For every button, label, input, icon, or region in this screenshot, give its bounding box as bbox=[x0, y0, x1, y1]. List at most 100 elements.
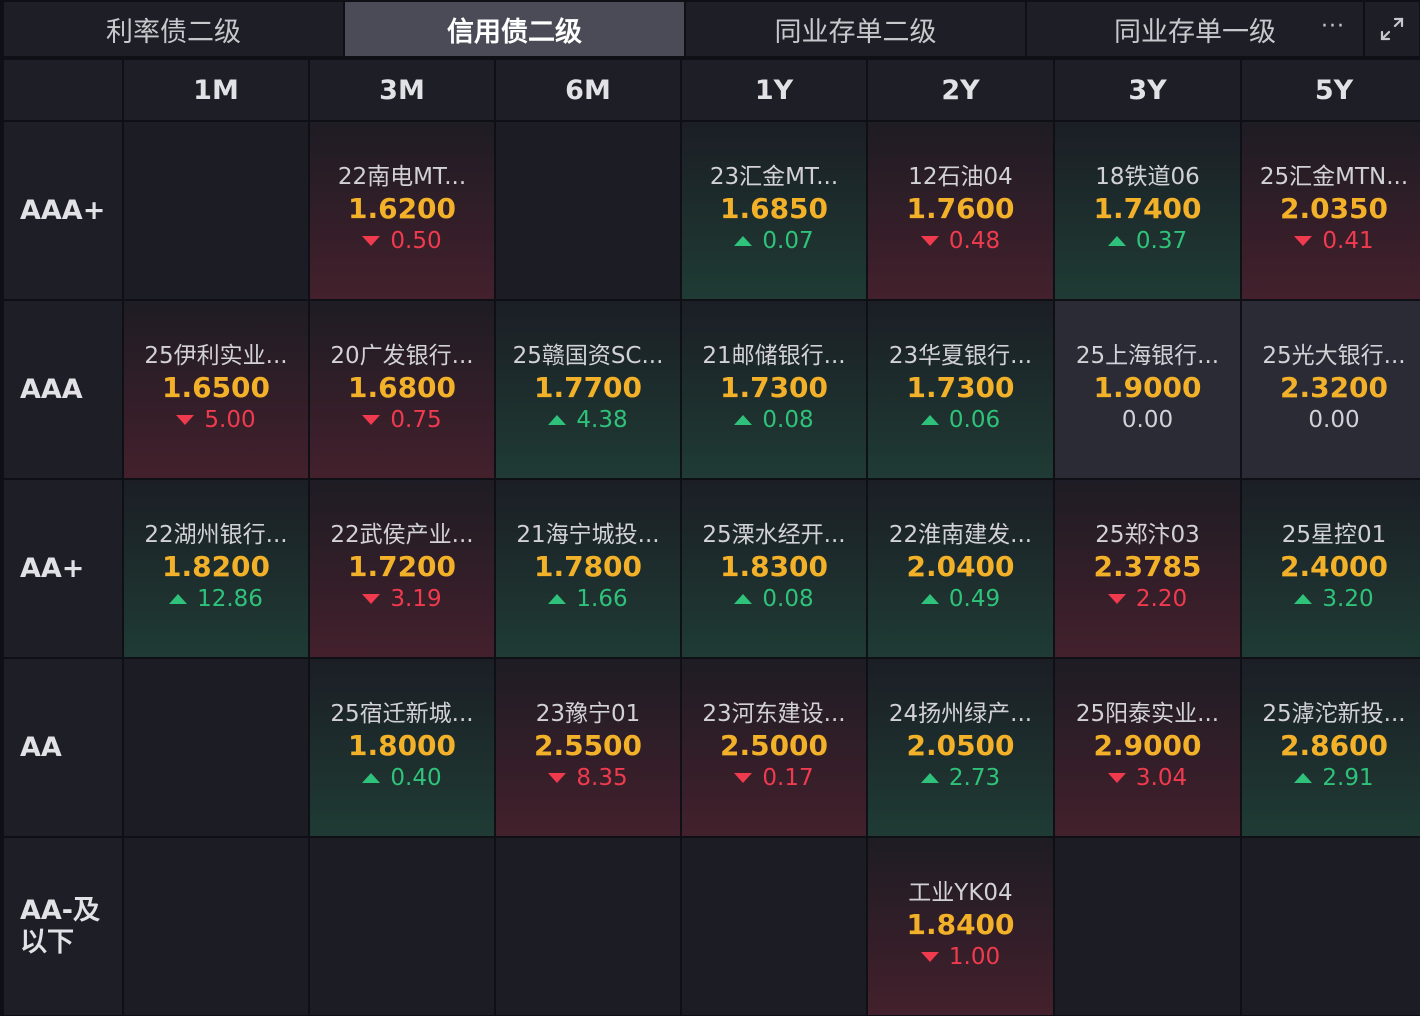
change-value: 0.48 bbox=[948, 227, 1001, 254]
bond-cell[interactable]: 工业YK04 1.8400 1.00 bbox=[868, 838, 1053, 1015]
tab-ncd-secondary[interactable]: 同业存单二级 bbox=[686, 2, 1025, 56]
bond-cell[interactable]: 18铁道06 1.7400 0.37 bbox=[1055, 122, 1240, 299]
bond-cell[interactable]: 25郑汴03 2.3785 2.20 bbox=[1055, 480, 1240, 657]
triangle-down-icon bbox=[548, 772, 567, 783]
tab-label: 信用债二级 bbox=[447, 16, 582, 48]
row-header: AA bbox=[4, 659, 122, 836]
bond-cell[interactable]: 25汇金MTN... 2.0350 0.41 bbox=[1242, 122, 1420, 299]
bond-change: 1.00 bbox=[920, 942, 1000, 972]
bond-name: 25星控01 bbox=[1281, 521, 1387, 548]
change-value: 2.91 bbox=[1322, 764, 1374, 791]
bond-name: 21海宁城投... bbox=[516, 521, 660, 548]
bond-name: 23华夏银行... bbox=[888, 342, 1033, 369]
bond-cell[interactable]: 23河东建设... 2.5000 0.17 bbox=[682, 659, 866, 836]
bond-change: 0.48 bbox=[920, 226, 1001, 256]
bond-name: 25赣国资SC... bbox=[512, 342, 664, 369]
change-value: 4.38 bbox=[576, 406, 628, 433]
triangle-up-icon bbox=[169, 593, 188, 604]
column-header: 2Y bbox=[868, 60, 1053, 120]
column-header: 1M bbox=[124, 60, 308, 120]
bond-name: 25郑汴03 bbox=[1095, 521, 1200, 548]
row-header: AA+ bbox=[4, 480, 122, 657]
bond-cell[interactable]: 20广发银行... 1.6800 0.75 bbox=[310, 301, 494, 478]
bond-cell[interactable]: 23汇金MT... 1.6850 0.07 bbox=[682, 122, 866, 299]
bond-cell[interactable]: 22淮南建发... 2.0400 0.49 bbox=[868, 480, 1053, 657]
bond-cell[interactable]: 22武侯产业... 1.7200 3.19 bbox=[310, 480, 494, 657]
triangle-up-icon bbox=[920, 414, 939, 425]
bond-yield: 1.7300 bbox=[719, 370, 829, 404]
bond-yield: 1.7300 bbox=[906, 370, 1015, 404]
change-value: 3.20 bbox=[1322, 585, 1374, 612]
bond-cell[interactable]: 25滹沱新投... 2.8600 2.91 bbox=[1242, 659, 1420, 836]
row-header-line: 以下 bbox=[20, 926, 74, 958]
bond-name: 12石油04 bbox=[908, 163, 1013, 190]
bond-cell[interactable]: 22湖州银行... 1.8200 12.86 bbox=[124, 480, 308, 657]
bond-name: 22淮南建发... bbox=[888, 521, 1033, 548]
bond-cell[interactable]: 24扬州绿产... 2.0500 2.73 bbox=[868, 659, 1053, 836]
bond-change: 0.17 bbox=[734, 763, 814, 793]
bond-cell[interactable]: 25星控01 2.4000 3.20 bbox=[1242, 480, 1420, 657]
triangle-up-icon bbox=[548, 593, 567, 604]
bond-yield: 1.7800 bbox=[533, 549, 643, 583]
row-header-line: AAA+ bbox=[20, 194, 106, 226]
more-dots-icon[interactable]: ··· bbox=[1321, 14, 1345, 39]
bond-cell[interactable]: 25赣国资SC... 1.7700 4.38 bbox=[496, 301, 680, 478]
bond-cell[interactable]: 23华夏银行... 1.7300 0.06 bbox=[868, 301, 1053, 478]
change-value: 2.73 bbox=[948, 764, 1001, 791]
tab-ncd-primary[interactable]: 同业存单一级 ··· bbox=[1027, 2, 1363, 56]
row-header-line: AAA bbox=[20, 373, 83, 405]
change-value: 0.40 bbox=[390, 764, 442, 791]
bond-name: 21邮储银行... bbox=[702, 342, 846, 369]
bond-yield: 1.6800 bbox=[347, 370, 457, 404]
tab-rate-bond-secondary[interactable]: 利率债二级 bbox=[4, 2, 343, 56]
bond-yield: 2.8600 bbox=[1279, 728, 1389, 762]
triangle-down-icon bbox=[1107, 593, 1126, 604]
column-header: 3Y bbox=[1055, 60, 1240, 120]
empty-cell bbox=[124, 659, 308, 836]
empty-cell bbox=[682, 838, 866, 1015]
bond-yield: 2.0350 bbox=[1279, 191, 1389, 225]
change-value: 12.86 bbox=[197, 585, 263, 612]
triangle-up-icon bbox=[734, 414, 753, 425]
empty-cell bbox=[1242, 838, 1420, 1015]
bond-yield: 1.7700 bbox=[533, 370, 643, 404]
bond-name: 25汇金MTN... bbox=[1259, 163, 1409, 190]
bond-change: 2.73 bbox=[920, 763, 1001, 793]
bond-cell[interactable]: 25光大银行... 2.3200 0.00 bbox=[1242, 301, 1420, 478]
row-header: AA-及 以下 bbox=[4, 838, 122, 1015]
triangle-down-icon bbox=[1294, 235, 1313, 246]
bond-name: 23豫宁01 bbox=[535, 700, 641, 727]
change-value: 0.08 bbox=[762, 406, 814, 433]
bond-yield: 1.8300 bbox=[719, 549, 829, 583]
triangle-down-icon bbox=[734, 772, 753, 783]
bond-name: 22湖州银行... bbox=[144, 521, 288, 548]
bond-cell[interactable]: 25溧水经开... 1.8300 0.08 bbox=[682, 480, 866, 657]
bond-cell[interactable]: 21海宁城投... 1.7800 1.66 bbox=[496, 480, 680, 657]
bond-cell[interactable]: 21邮储银行... 1.7300 0.08 bbox=[682, 301, 866, 478]
triangle-up-icon bbox=[362, 772, 381, 783]
bond-yield: 1.9000 bbox=[1093, 370, 1202, 404]
triangle-up-icon bbox=[734, 593, 753, 604]
empty-cell bbox=[496, 838, 680, 1015]
tab-credit-bond-secondary[interactable]: 信用债二级 bbox=[345, 2, 684, 56]
change-value: 0.06 bbox=[948, 406, 1001, 433]
change-value: 0.41 bbox=[1322, 227, 1374, 254]
bond-change: 0.08 bbox=[734, 405, 814, 435]
bond-cell[interactable]: 22南电MT... 1.6200 0.50 bbox=[310, 122, 494, 299]
triangle-down-icon bbox=[362, 593, 381, 604]
expand-button[interactable] bbox=[1365, 2, 1419, 56]
bond-cell[interactable]: 23豫宁01 2.5500 8.35 bbox=[496, 659, 680, 836]
bond-cell[interactable]: 25阳泰实业... 2.9000 3.04 bbox=[1055, 659, 1240, 836]
bond-yield: 1.8400 bbox=[906, 907, 1015, 941]
bond-cell[interactable]: 25伊利实业... 1.6500 5.00 bbox=[124, 301, 308, 478]
bond-change: 4.38 bbox=[548, 405, 628, 435]
bond-cell[interactable]: 12石油04 1.7600 0.48 bbox=[868, 122, 1053, 299]
bond-change: 0.08 bbox=[734, 584, 814, 614]
bond-cell[interactable]: 25宿迁新城... 1.8000 0.40 bbox=[310, 659, 494, 836]
bond-yield: 2.3200 bbox=[1279, 370, 1389, 404]
bond-name: 22南电MT... bbox=[337, 163, 467, 190]
row-header-line: AA-及 bbox=[20, 894, 100, 926]
triangle-up-icon bbox=[920, 772, 939, 783]
bond-cell[interactable]: 25上海银行... 1.9000 0.00 bbox=[1055, 301, 1240, 478]
bond-change: 2.20 bbox=[1107, 584, 1187, 614]
